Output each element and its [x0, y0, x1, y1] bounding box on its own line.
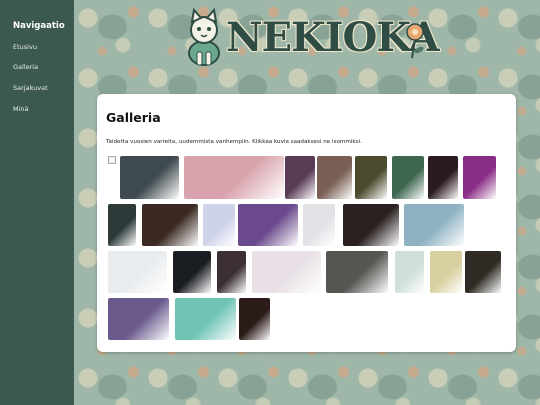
gallery-thumbnail[interactable] [428, 156, 458, 199]
navigation-title: Navigaatio [13, 21, 65, 31]
gallery-thumbnail[interactable] [173, 251, 211, 293]
gallery-thumbnail[interactable] [217, 251, 246, 293]
broken-image-icon[interactable] [108, 156, 116, 164]
gallery-thumbnail[interactable] [238, 204, 298, 246]
gallery-thumbnail[interactable] [404, 204, 464, 246]
cat-mascot-icon [188, 8, 220, 66]
gallery-thumbnail[interactable] [142, 204, 198, 246]
gallery-thumbnail[interactable] [317, 156, 352, 199]
gallery-thumbnail[interactable] [120, 156, 179, 199]
gallery-thumbnail[interactable] [285, 156, 315, 199]
gallery-thumbnail[interactable] [184, 156, 284, 199]
gallery-thumbnail[interactable] [430, 251, 462, 293]
gallery-thumbnail[interactable] [303, 204, 335, 246]
gallery-thumbnail[interactable] [108, 204, 136, 246]
flower-icon [406, 23, 424, 59]
gallery-thumbnail[interactable] [392, 156, 424, 199]
gallery-thumbnail[interactable] [108, 251, 167, 293]
gallery-thumbnail[interactable] [326, 251, 388, 293]
gallery-intro-text: Taidetta vuosien varrelta, uudemmista va… [106, 139, 362, 145]
sidebar-item-mina[interactable]: Minä [13, 105, 29, 113]
sidebar-item-etusivu[interactable]: Etusivu [13, 43, 37, 51]
gallery-thumbnail[interactable] [395, 251, 424, 293]
site-logo[interactable]: NEKIOKA [180, 6, 440, 68]
gallery-card: Galleria Taidetta vuosien varrelta, uude… [97, 94, 516, 352]
gallery-thumbnail[interactable] [239, 298, 270, 340]
sidebar-item-sarjakuvat[interactable]: Sarjakuvat [13, 84, 48, 92]
gallery-thumbnail[interactable] [252, 251, 321, 293]
gallery-thumbnail[interactable] [108, 298, 169, 340]
gallery-thumbnail[interactable] [463, 156, 496, 199]
page-title: Galleria [106, 110, 161, 125]
gallery-thumbnail[interactable] [465, 251, 501, 293]
gallery-thumbnail[interactable] [355, 156, 387, 199]
sidebar-navigation: Navigaatio Etusivu Galleria Sarjakuvat M… [0, 0, 74, 405]
gallery-thumbnail[interactable] [203, 204, 235, 246]
gallery-thumbnail[interactable] [175, 298, 236, 340]
sidebar-item-galleria[interactable]: Galleria [13, 63, 38, 71]
gallery-thumbnail[interactable] [343, 204, 399, 246]
